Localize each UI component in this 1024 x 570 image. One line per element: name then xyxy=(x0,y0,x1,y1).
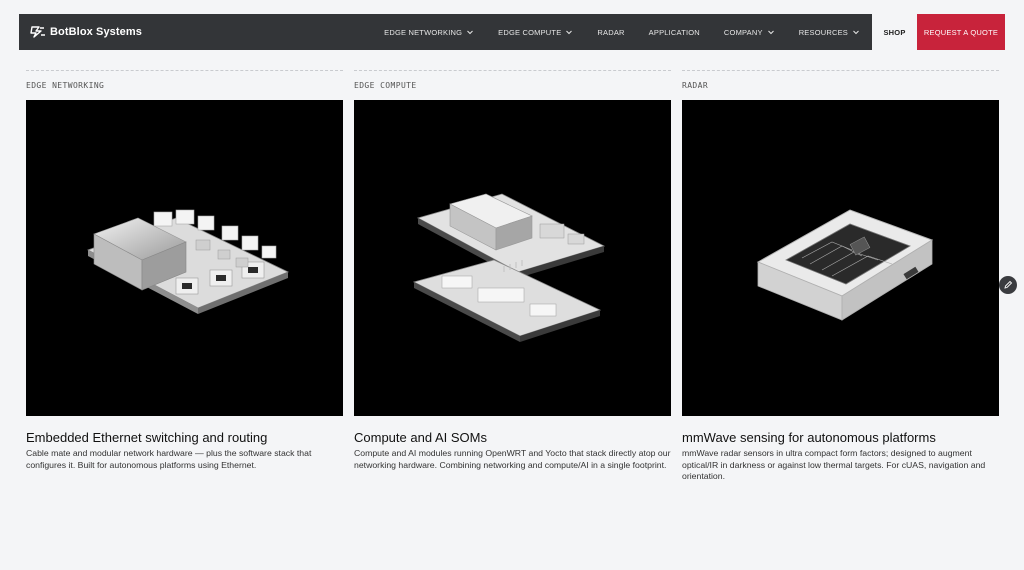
card-title: Embedded Ethernet switching and routing xyxy=(26,430,268,445)
nav-radar-label: RADAR xyxy=(597,27,625,37)
nav-resources[interactable]: RESOURCES xyxy=(787,14,872,50)
card-description: Compute and AI modules running OpenWRT a… xyxy=(354,448,671,470)
divider xyxy=(26,70,343,71)
top-navbar: BotBlox Systems EDGE NETWORKING EDGE COM… xyxy=(19,14,1005,50)
nav-application-label: APPLICATION xyxy=(648,27,700,37)
main-menu: EDGE NETWORKING EDGE COMPUTE RADAR APPLI… xyxy=(372,14,1005,50)
pencil-icon xyxy=(1004,280,1013,289)
chevron-down-icon xyxy=(767,30,774,35)
brand-link[interactable]: BotBlox Systems xyxy=(30,25,142,39)
botblox-logo-icon xyxy=(30,26,45,38)
card-edge-networking[interactable]: EDGE NETWORKING Embedded Ethernet switch… xyxy=(26,70,343,471)
card-title: mmWave sensing for autonomous platforms xyxy=(682,430,936,445)
card-category: RADAR xyxy=(682,81,709,90)
shop-link[interactable]: SHOP xyxy=(872,14,917,50)
card-edge-compute[interactable]: EDGE COMPUTE Compute and AI SOMs Compute… xyxy=(354,70,671,471)
card-category: EDGE NETWORKING xyxy=(26,81,105,90)
product-image-compute-som[interactable] xyxy=(354,100,671,416)
brand-name: BotBlox Systems xyxy=(50,26,142,38)
chevron-down-icon xyxy=(467,30,474,35)
card-title: Compute and AI SOMs xyxy=(354,430,487,445)
product-image-ethernet-switch[interactable] xyxy=(26,100,343,416)
divider xyxy=(682,70,999,71)
nav-edge-networking[interactable]: EDGE NETWORKING xyxy=(372,14,486,50)
product-image-mmwave-radar[interactable] xyxy=(682,100,999,416)
nav-edge-compute-label: EDGE COMPUTE xyxy=(498,27,562,37)
mmwave-radar-sensor-image xyxy=(756,209,934,321)
divider xyxy=(354,70,671,71)
edit-button[interactable] xyxy=(999,276,1017,294)
card-description: mmWave radar sensors in ultra compact fo… xyxy=(682,448,986,481)
chevron-down-icon xyxy=(566,30,573,35)
nav-company-label: COMPANY xyxy=(723,27,763,37)
chevron-down-icon xyxy=(853,30,859,35)
nav-radar[interactable]: RADAR xyxy=(585,14,636,50)
nav-edge-networking-label: EDGE NETWORKING xyxy=(384,27,463,37)
nav-company[interactable]: COMPANY xyxy=(712,14,787,50)
ethernet-switch-board-image xyxy=(87,209,289,314)
compute-som-stack-image xyxy=(412,193,606,342)
card-radar[interactable]: RADAR mmWave sensing for autonomous plat… xyxy=(682,70,999,483)
card-description: Cable mate and modular network hardware … xyxy=(26,448,312,470)
request-quote-button[interactable]: REQUEST A QUOTE xyxy=(917,14,1005,50)
nav-resources-label: RESOURCES xyxy=(798,27,848,37)
nav-application[interactable]: APPLICATION xyxy=(637,14,712,50)
card-category: EDGE COMPUTE xyxy=(354,81,417,90)
nav-edge-compute[interactable]: EDGE COMPUTE xyxy=(486,14,585,50)
